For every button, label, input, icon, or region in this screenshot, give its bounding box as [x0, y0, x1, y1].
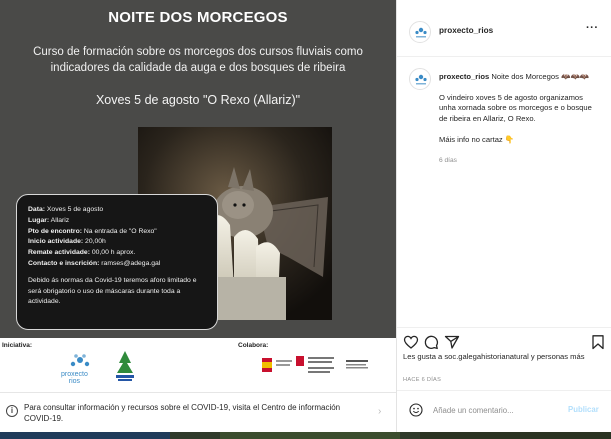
- chevron-right-icon[interactable]: ›: [378, 406, 381, 417]
- background-strip-left: [0, 432, 170, 439]
- post-caption: proxecto_rios Noite dos Morcegos 🦇🦇🦇 O v…: [439, 72, 599, 166]
- poster-title: NOITE DOS MORCEGOS: [108, 9, 288, 26]
- covid-banner-text[interactable]: Para consultar información y recursos so…: [24, 402, 354, 424]
- comment-input[interactable]: [433, 404, 563, 417]
- profile-avatar[interactable]: [409, 21, 431, 43]
- government-logos: [262, 356, 368, 373]
- comment-divider: [397, 390, 611, 391]
- post-author-username[interactable]: proxecto_rios: [439, 26, 493, 35]
- share-icon[interactable]: [444, 334, 460, 350]
- detail-end-time: Remate actividade: 00,00 h aprox.: [28, 249, 136, 257]
- caption-more-info: Máis info no cartaz 👇: [439, 135, 515, 144]
- poster-date: Xoves 5 de agosto "O Rexo (Allariz)": [95, 93, 301, 107]
- detail-contact: Contacto e inscrición: ramses@adega.gal: [28, 259, 161, 267]
- background-strip: [0, 432, 611, 439]
- detail-place: Lugar: Allariz: [28, 216, 70, 224]
- heart-icon[interactable]: [403, 334, 419, 350]
- info-icon: i: [6, 405, 18, 417]
- actions-divider: [397, 327, 611, 328]
- proxecto-rios-logo-text: proxecto rios: [61, 371, 88, 385]
- bookmark-icon[interactable]: [590, 334, 606, 350]
- partner-tree-logo: [116, 351, 134, 381]
- comment-icon[interactable]: [423, 334, 439, 350]
- header-divider: [397, 56, 611, 57]
- emoji-icon[interactable]: [409, 403, 423, 417]
- publish-button[interactable]: Publicar: [568, 405, 599, 414]
- event-details-box: Data: Xoves 5 de agosto Lugar: Allariz P…: [16, 194, 218, 330]
- caption-body: O vindeiro xoves 5 de agosto organizamos…: [439, 92, 592, 123]
- caption-timestamp: 6 días: [439, 156, 457, 164]
- post-timestamp: HACE 6 DÍAS: [403, 377, 442, 383]
- caption-title: Noite dos Morcegos 🦇🦇🦇: [491, 72, 590, 81]
- detail-meeting-point: Pto de encontro: Na entrada de "O Rexo": [28, 227, 157, 235]
- initiative-label: Iniciativa:: [2, 342, 32, 349]
- covid-info-banner[interactable]: i Para consultar información y recursos …: [0, 392, 396, 432]
- post-image[interactable]: NOITE DOS MORCEGOS Curso de formación so…: [0, 0, 396, 392]
- detail-start-time: Inicio actividade: 20,00h: [28, 238, 106, 246]
- likes-summary[interactable]: Les gusta a soc.galegahistorianatural y …: [403, 352, 608, 362]
- background-strip-right: [420, 432, 611, 439]
- more-options-icon[interactable]: ···: [586, 22, 599, 34]
- caption-username[interactable]: proxecto_rios: [439, 72, 489, 81]
- poster-subtitle: Curso de formación sobre os morcegos dos…: [33, 46, 363, 74]
- detail-date: Data: Xoves 5 de agosto: [28, 206, 104, 213]
- post-sidebar: proxecto_rios ··· proxecto_rios Noite do…: [396, 0, 611, 432]
- sponsors-bar: Iniciativa: Colabora: proxecto rios: [0, 338, 396, 392]
- caption-avatar[interactable]: [409, 68, 431, 90]
- background-strip-middle: [220, 432, 400, 439]
- covid-note: Debido ás normas da Covid-19 teremos afo…: [28, 276, 197, 306]
